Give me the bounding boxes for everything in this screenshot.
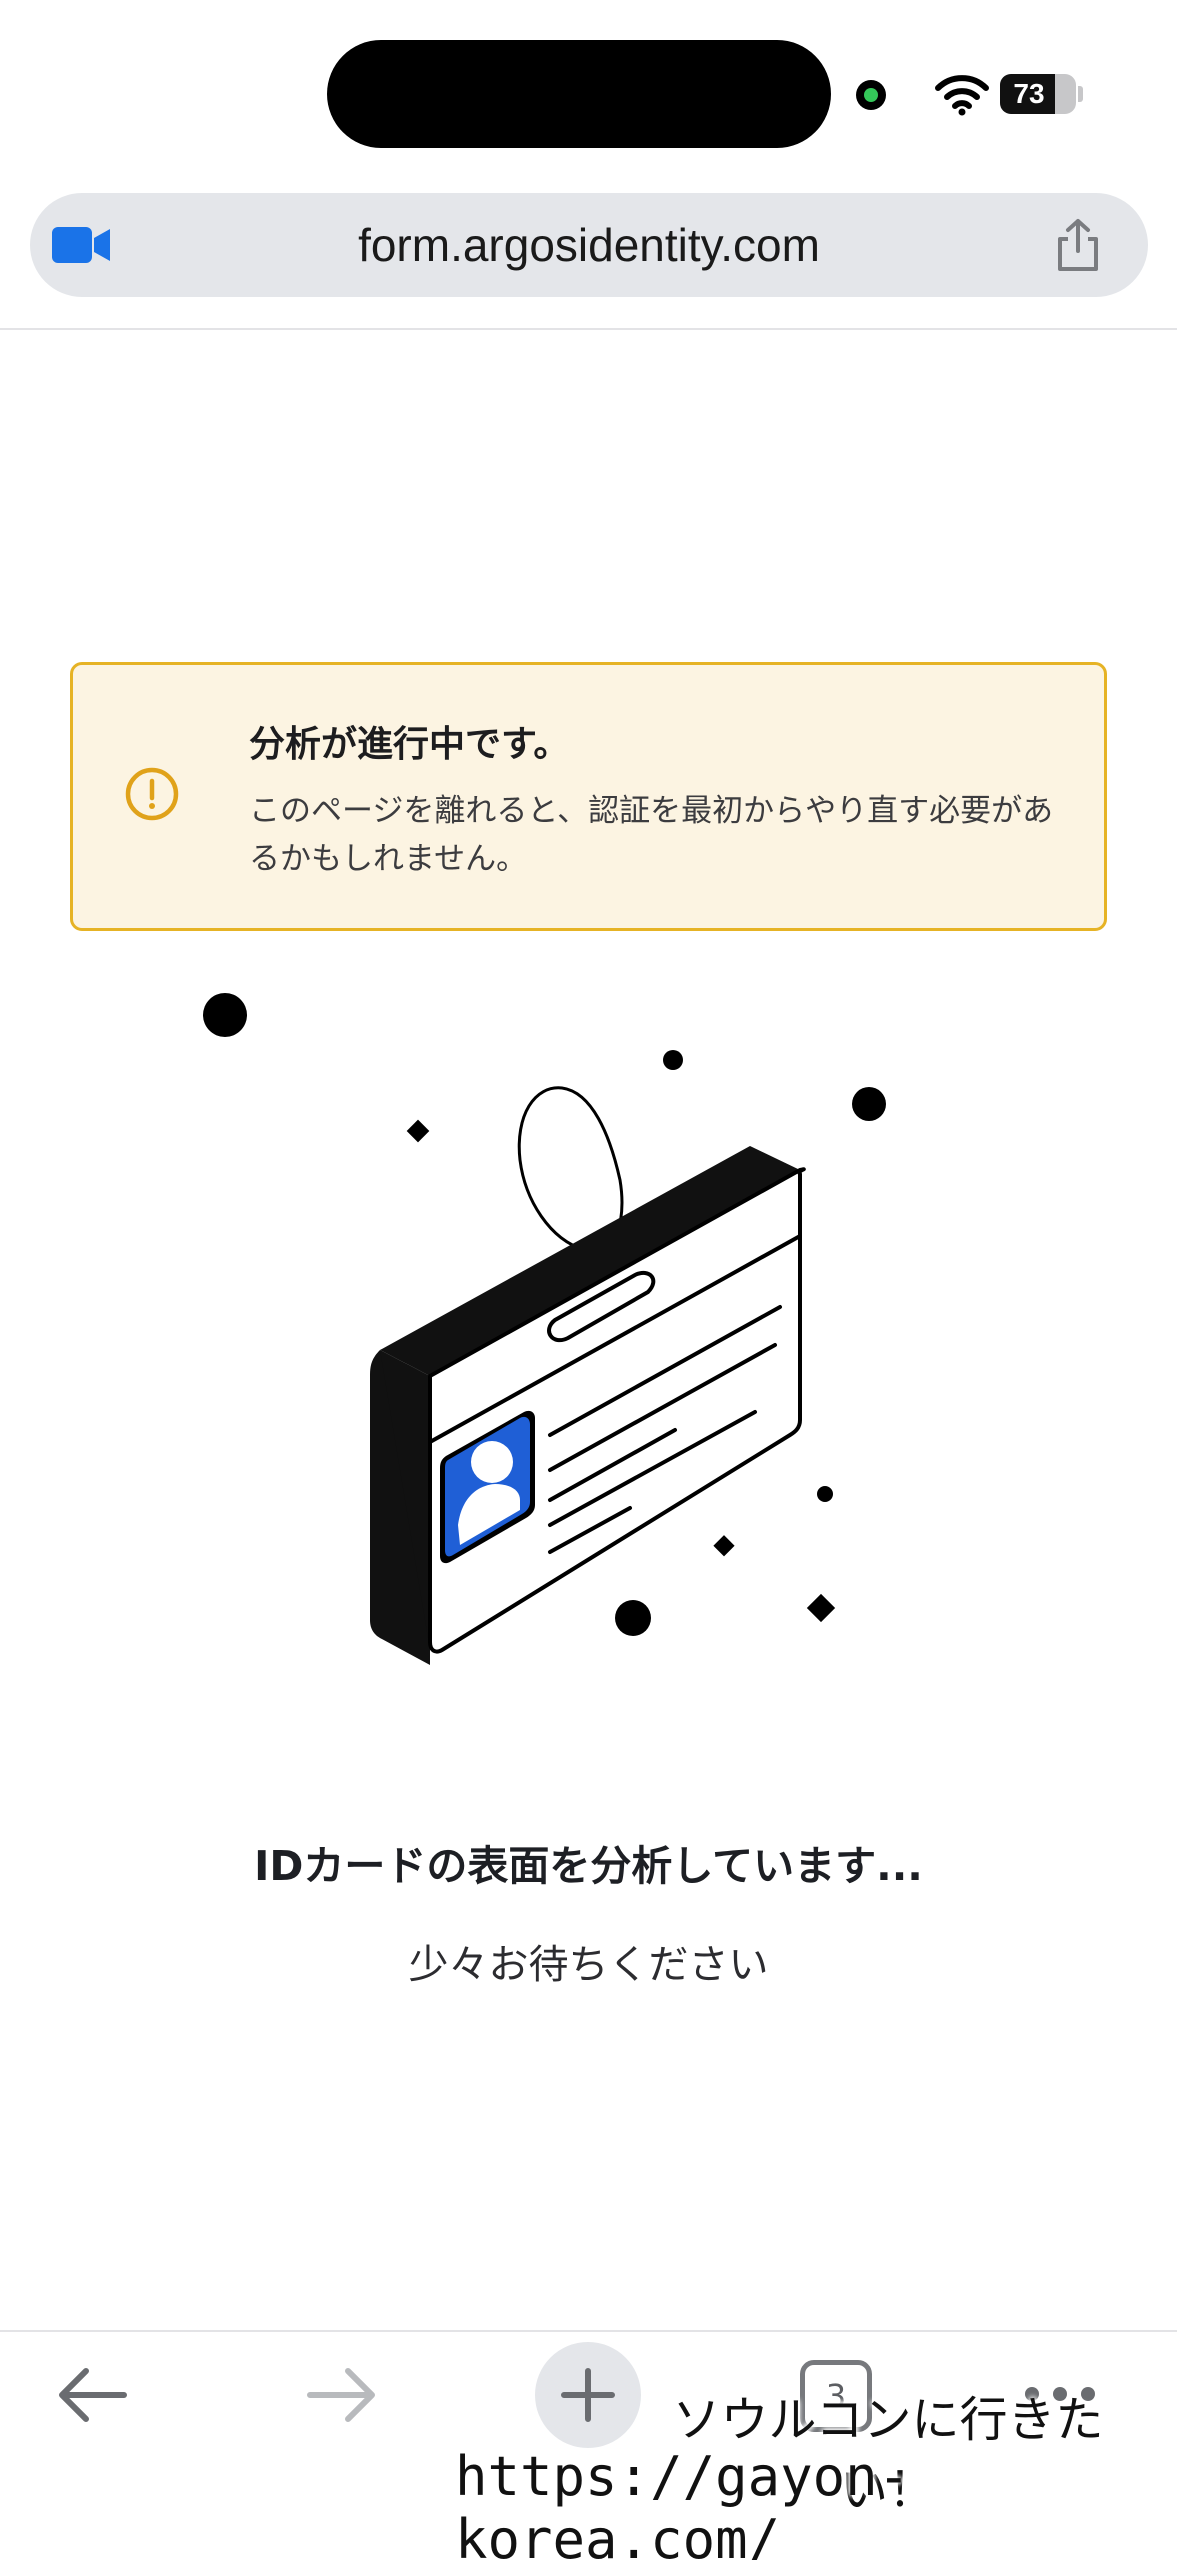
decor-dot <box>615 1600 651 1636</box>
decor-dot <box>817 1486 833 1502</box>
camera-indicator-icon <box>856 80 886 110</box>
bottom-divider <box>0 2330 1177 2332</box>
decor-dot <box>203 993 247 1037</box>
decor-dot <box>852 1087 886 1121</box>
watermark-url: https://gayon-korea.com/ <box>455 2445 911 2560</box>
page: 73 form.argosidentity.com 分析が進行中です。 このペー… <box>0 0 1177 2560</box>
battery-icon: 73 <box>1000 74 1076 114</box>
decor-diamond <box>806 1593 836 1623</box>
analysis-warning-banner: 分析が進行中です。 このページを離れると、認証を最初からやり直す必要があるかもし… <box>70 662 1107 931</box>
decor-diamond <box>406 1119 430 1143</box>
top-divider <box>0 328 1177 330</box>
battery-level: 73 <box>1013 78 1045 109</box>
share-icon[interactable] <box>1052 217 1104 273</box>
dynamic-island <box>327 40 831 148</box>
url-text[interactable]: form.argosidentity.com <box>150 193 1028 297</box>
decor-diamond <box>713 1535 735 1557</box>
back-arrow-icon[interactable] <box>50 2360 136 2430</box>
battery-cap <box>1078 86 1083 102</box>
new-tab-button[interactable] <box>535 2342 641 2448</box>
banner-body: このページを離れると、認証を最初からやり直す必要があるかもしれません。 <box>249 793 1054 877</box>
wifi-icon <box>935 75 989 116</box>
exclamation-circle-icon <box>125 767 179 821</box>
id-card-illustration <box>203 993 886 1665</box>
forward-arrow-icon[interactable] <box>298 2360 384 2430</box>
plus-icon <box>561 2368 615 2422</box>
wait-message: 少々お待ちください <box>408 1942 769 1988</box>
video-camera-icon[interactable] <box>50 223 112 267</box>
status-bar: 73 <box>0 0 1177 160</box>
decor-dot <box>663 1050 683 1070</box>
analysis-status-title: IDカードの表面を分析しています... <box>254 1842 923 1890</box>
banner-title: 分析が進行中です。 <box>249 724 570 765</box>
address-bar[interactable]: form.argosidentity.com <box>30 193 1148 297</box>
